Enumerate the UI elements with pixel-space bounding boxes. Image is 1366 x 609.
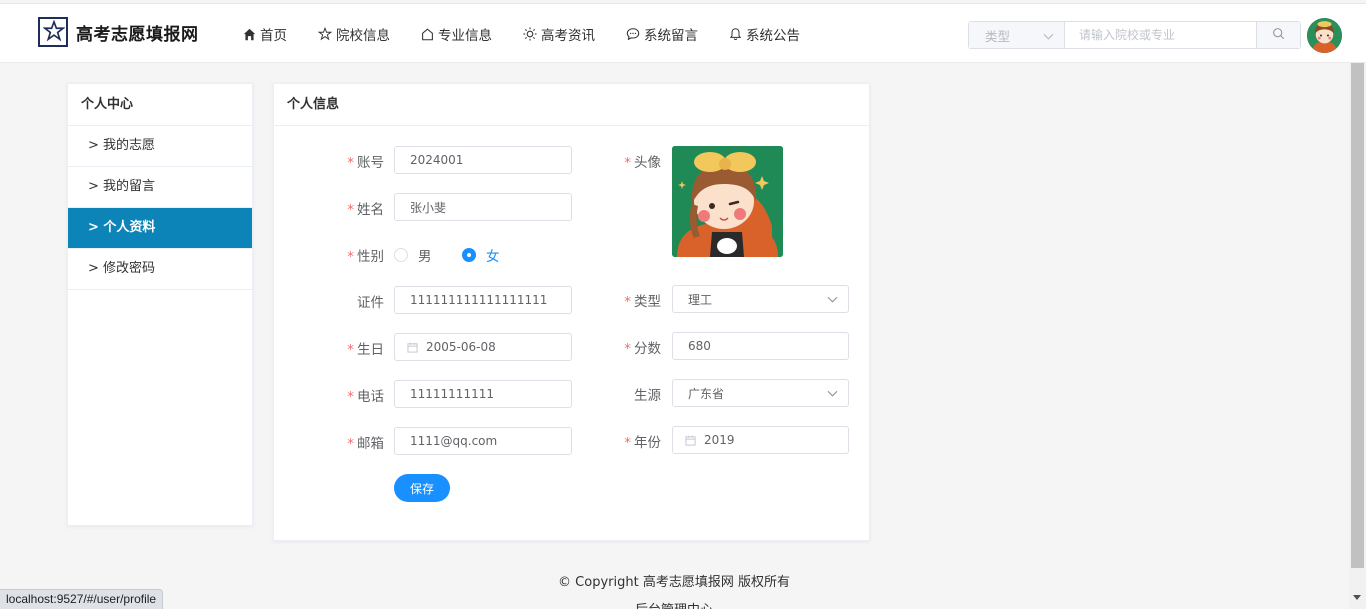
user-avatar[interactable] — [1307, 18, 1342, 53]
year-label: * 年份 — [624, 435, 661, 451]
footer-copyright: © Copyright 高考志愿填报网 版权所有 — [558, 575, 790, 590]
home-icon — [243, 28, 256, 41]
site-logo[interactable]: 高考志愿填报网 — [38, 17, 199, 47]
radio-unchecked-icon — [394, 248, 408, 262]
star-icon — [318, 27, 332, 41]
gender-label: * 性别 — [347, 249, 384, 265]
sidebar-item-change-password[interactable]: > 修改密码 — [68, 249, 252, 290]
search-type-select[interactable]: 类型 — [969, 22, 1065, 48]
nav-majors[interactable]: 专业信息 — [421, 24, 492, 44]
gender-radio-female[interactable]: 女 — [462, 245, 500, 265]
panel-title: 个人信息 — [274, 84, 869, 126]
sidebar-title: 个人中心 — [68, 84, 252, 126]
type-label: * 类型 — [624, 294, 661, 310]
user-center-sidebar: 个人中心 > 我的志愿 > 我的留言 > 个人资料 > 修改密码 — [67, 83, 253, 526]
score-label: * 分数 — [624, 341, 661, 357]
bell-icon — [729, 27, 742, 41]
footer-admin-link[interactable]: 后台管理中心 — [0, 599, 1348, 609]
search-bar: 类型 — [968, 21, 1301, 49]
birthday-date-picker[interactable]: 2005-06-08 — [394, 333, 572, 361]
origin-label: 生源 — [634, 388, 661, 404]
scrollbar-thumb[interactable] — [1351, 63, 1364, 568]
avatar-upload-image[interactable] — [672, 146, 783, 257]
search-input[interactable] — [1065, 22, 1256, 48]
id-label: 证件 — [357, 295, 384, 311]
house-outline-icon — [421, 28, 434, 41]
email-label: * 邮箱 — [347, 436, 384, 452]
search-button[interactable] — [1256, 22, 1300, 48]
nav-messages[interactable]: 系统留言 — [626, 24, 698, 44]
sun-icon — [523, 27, 537, 41]
score-field[interactable]: 680 — [672, 332, 849, 360]
chevron-down-icon — [1043, 28, 1054, 43]
save-button[interactable]: 保存 — [394, 474, 450, 502]
site-title: 高考志愿填报网 — [76, 24, 199, 45]
calendar-icon — [407, 342, 418, 353]
profile-panel: 个人信息 * 账号 2024001 * 头像 * 姓名 张小斐 * 性别 男 女… — [273, 83, 870, 541]
page-scrollbar[interactable] — [1349, 63, 1366, 609]
account-label: * 账号 — [347, 155, 384, 171]
sidebar-item-profile[interactable]: > 个人资料 — [68, 208, 252, 249]
id-field[interactable]: 111111111111111111 — [394, 286, 572, 314]
chat-icon — [626, 27, 640, 41]
sidebar-item-my-applications[interactable]: > 我的志愿 — [68, 126, 252, 167]
logo-star-icon — [38, 17, 68, 47]
name-field[interactable]: 张小斐 — [394, 193, 572, 221]
account-field[interactable]: 2024001 — [394, 146, 572, 174]
chevron-down-icon — [827, 292, 838, 306]
year-date-picker[interactable]: 2019 — [672, 426, 849, 454]
nav-announcements[interactable]: 系统公告 — [729, 24, 800, 44]
birthday-label: * 生日 — [347, 342, 384, 358]
nav-news[interactable]: 高考资讯 — [523, 24, 595, 44]
phone-field[interactable]: 11111111111 — [394, 380, 572, 408]
nav-schools[interactable]: 院校信息 — [318, 24, 390, 44]
nav-home[interactable]: 首页 — [243, 24, 287, 44]
top-header: 高考志愿填报网 首页 院校信息 专业信息 高考资讯 系统留言 系统公告 类型 请… — [0, 3, 1366, 63]
status-bar-url: localhost:9527/#/user/profile — [0, 589, 164, 609]
email-field[interactable]: 1111@qq.com — [394, 427, 572, 455]
search-icon — [1272, 27, 1285, 44]
phone-label: * 电话 — [347, 389, 384, 405]
scroll-down-arrow-icon[interactable] — [1353, 595, 1361, 600]
radio-checked-icon — [462, 248, 476, 262]
name-label: * 姓名 — [347, 202, 384, 218]
chevron-down-icon — [827, 386, 838, 400]
avatar-label: * 头像 — [624, 155, 661, 171]
main-nav: 首页 院校信息 专业信息 高考资讯 系统留言 系统公告 — [243, 4, 831, 64]
origin-select[interactable]: 广东省 — [672, 379, 849, 407]
gender-radio-male[interactable]: 男 — [394, 245, 432, 265]
sidebar-item-my-messages[interactable]: > 我的留言 — [68, 167, 252, 208]
type-select[interactable]: 理工 — [672, 285, 849, 313]
calendar-icon — [685, 435, 696, 446]
